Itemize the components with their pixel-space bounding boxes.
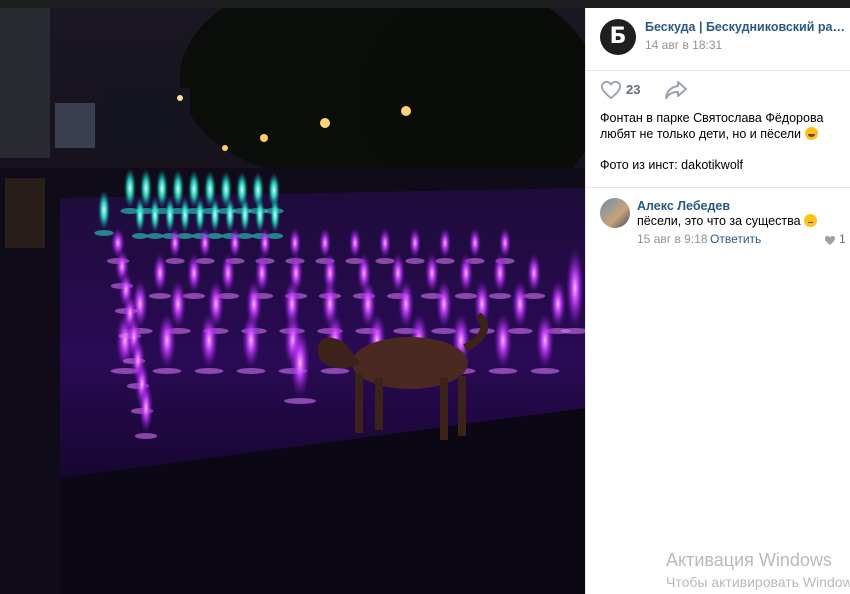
fountain-jet	[199, 228, 211, 258]
fountain-jet	[409, 228, 421, 258]
comment-like-count: 1	[839, 232, 846, 246]
fountain-jet	[98, 190, 110, 230]
fountain-reflection	[236, 368, 266, 374]
fountain-jet	[512, 280, 528, 328]
fountain-jet	[156, 169, 168, 208]
fountain-jet	[255, 197, 265, 233]
fountain-jet	[290, 328, 310, 398]
window-top-bar	[0, 0, 850, 8]
fountain-jet	[153, 253, 167, 293]
fountain-reflection	[488, 368, 518, 374]
comments-divider	[586, 187, 850, 188]
post-side-panel: Б Бескуда | Бескудниковский район ... 14…	[585, 8, 850, 594]
fountain-jet	[436, 280, 452, 328]
fountain-jet	[180, 197, 190, 233]
fountain-jet	[469, 228, 481, 258]
fountain-jet	[221, 253, 235, 293]
comment-author-link[interactable]: Алекс Лебедев	[637, 199, 730, 213]
fountain-jet	[459, 253, 473, 293]
post-text: Фонтан в парке Святослава Фёдорова любят…	[600, 110, 848, 142]
fountain-reflection	[152, 368, 182, 374]
group-name-link[interactable]: Бескуда | Бескудниковский район ...	[645, 20, 845, 34]
fountain-jet	[270, 197, 280, 233]
fountain-jet	[536, 313, 554, 368]
fountain-jet	[158, 313, 176, 368]
comment-heart-icon[interactable]	[824, 235, 836, 246]
heart-icon[interactable]	[600, 80, 622, 100]
fountain-reflection	[405, 258, 425, 264]
fountain-jet	[195, 197, 205, 233]
fountain-jet	[439, 228, 451, 258]
fountain-jet	[140, 168, 152, 208]
fountain-reflection	[132, 233, 148, 239]
fountain-photo-image	[0, 8, 585, 594]
windows-activation-watermark-subtitle: Чтобы активировать Windows	[666, 574, 850, 590]
windows-activation-watermark-title: Активация Windows	[666, 550, 832, 570]
fountain-jet	[349, 228, 361, 258]
fountain-jet	[124, 168, 136, 208]
fountain-reflection	[530, 368, 560, 374]
fountain-jet	[165, 197, 175, 233]
reply-button[interactable]: Ответить	[710, 232, 761, 246]
fountain-reflection	[148, 293, 172, 299]
fountain-reflection	[488, 293, 512, 299]
post-date[interactable]: 14 авг в 18:31	[645, 38, 722, 52]
post-photo[interactable]	[0, 8, 585, 594]
fountain-jet	[187, 253, 201, 293]
fountain-reflection	[435, 258, 455, 264]
fountain-reflection	[147, 233, 163, 239]
post-credit: Фото из инст: dakotikwolf	[600, 158, 744, 172]
fountain-jet	[229, 228, 241, 258]
fountain-reflection	[182, 293, 206, 299]
comment-date[interactable]: 15 авг в 9:18	[637, 232, 708, 246]
fountain-jet	[398, 280, 414, 328]
fountain-reflection	[375, 258, 395, 264]
fountain-reflection	[134, 433, 158, 439]
comment-text-content: пёсели, это что за существа	[637, 214, 801, 228]
post-text-content: Фонтан в парке Святослава Фёдорова любят…	[600, 111, 824, 141]
comment-text: пёсели, это что за существа	[637, 214, 818, 228]
fountain-jet	[139, 382, 153, 433]
fountain-reflection	[94, 230, 114, 236]
thinking-face-emoji	[804, 214, 818, 227]
fountain-jet	[493, 253, 507, 293]
fountain-jet	[242, 313, 260, 368]
fountain-jet	[200, 313, 218, 368]
share-arrow-icon[interactable]	[664, 79, 688, 101]
fountain-reflection	[320, 368, 350, 374]
fountain-jet	[225, 197, 235, 233]
grinning-face-emoji	[804, 127, 818, 140]
fountain-reflection	[194, 368, 224, 374]
fountain-jet	[169, 228, 181, 258]
fountain-reflection	[284, 398, 316, 404]
like-count: 23	[626, 82, 641, 97]
fountain-reflection	[165, 258, 185, 264]
fountain-jet	[379, 228, 391, 258]
fountain-jet	[494, 313, 512, 368]
group-avatar[interactable]: Б	[600, 19, 636, 55]
fountain-jet	[425, 253, 439, 293]
fountain-reflection	[454, 293, 478, 299]
comment-author-avatar[interactable]	[600, 198, 630, 228]
post-header: Б Бескуда | Бескудниковский район ... 14…	[586, 8, 850, 71]
fountain-jet	[527, 253, 541, 293]
fountain-jet	[240, 197, 250, 233]
fountain-jet	[210, 197, 220, 233]
fountain-jet	[550, 280, 566, 328]
group-avatar-glyph: Б	[609, 24, 627, 49]
fountain-jet	[566, 248, 584, 328]
